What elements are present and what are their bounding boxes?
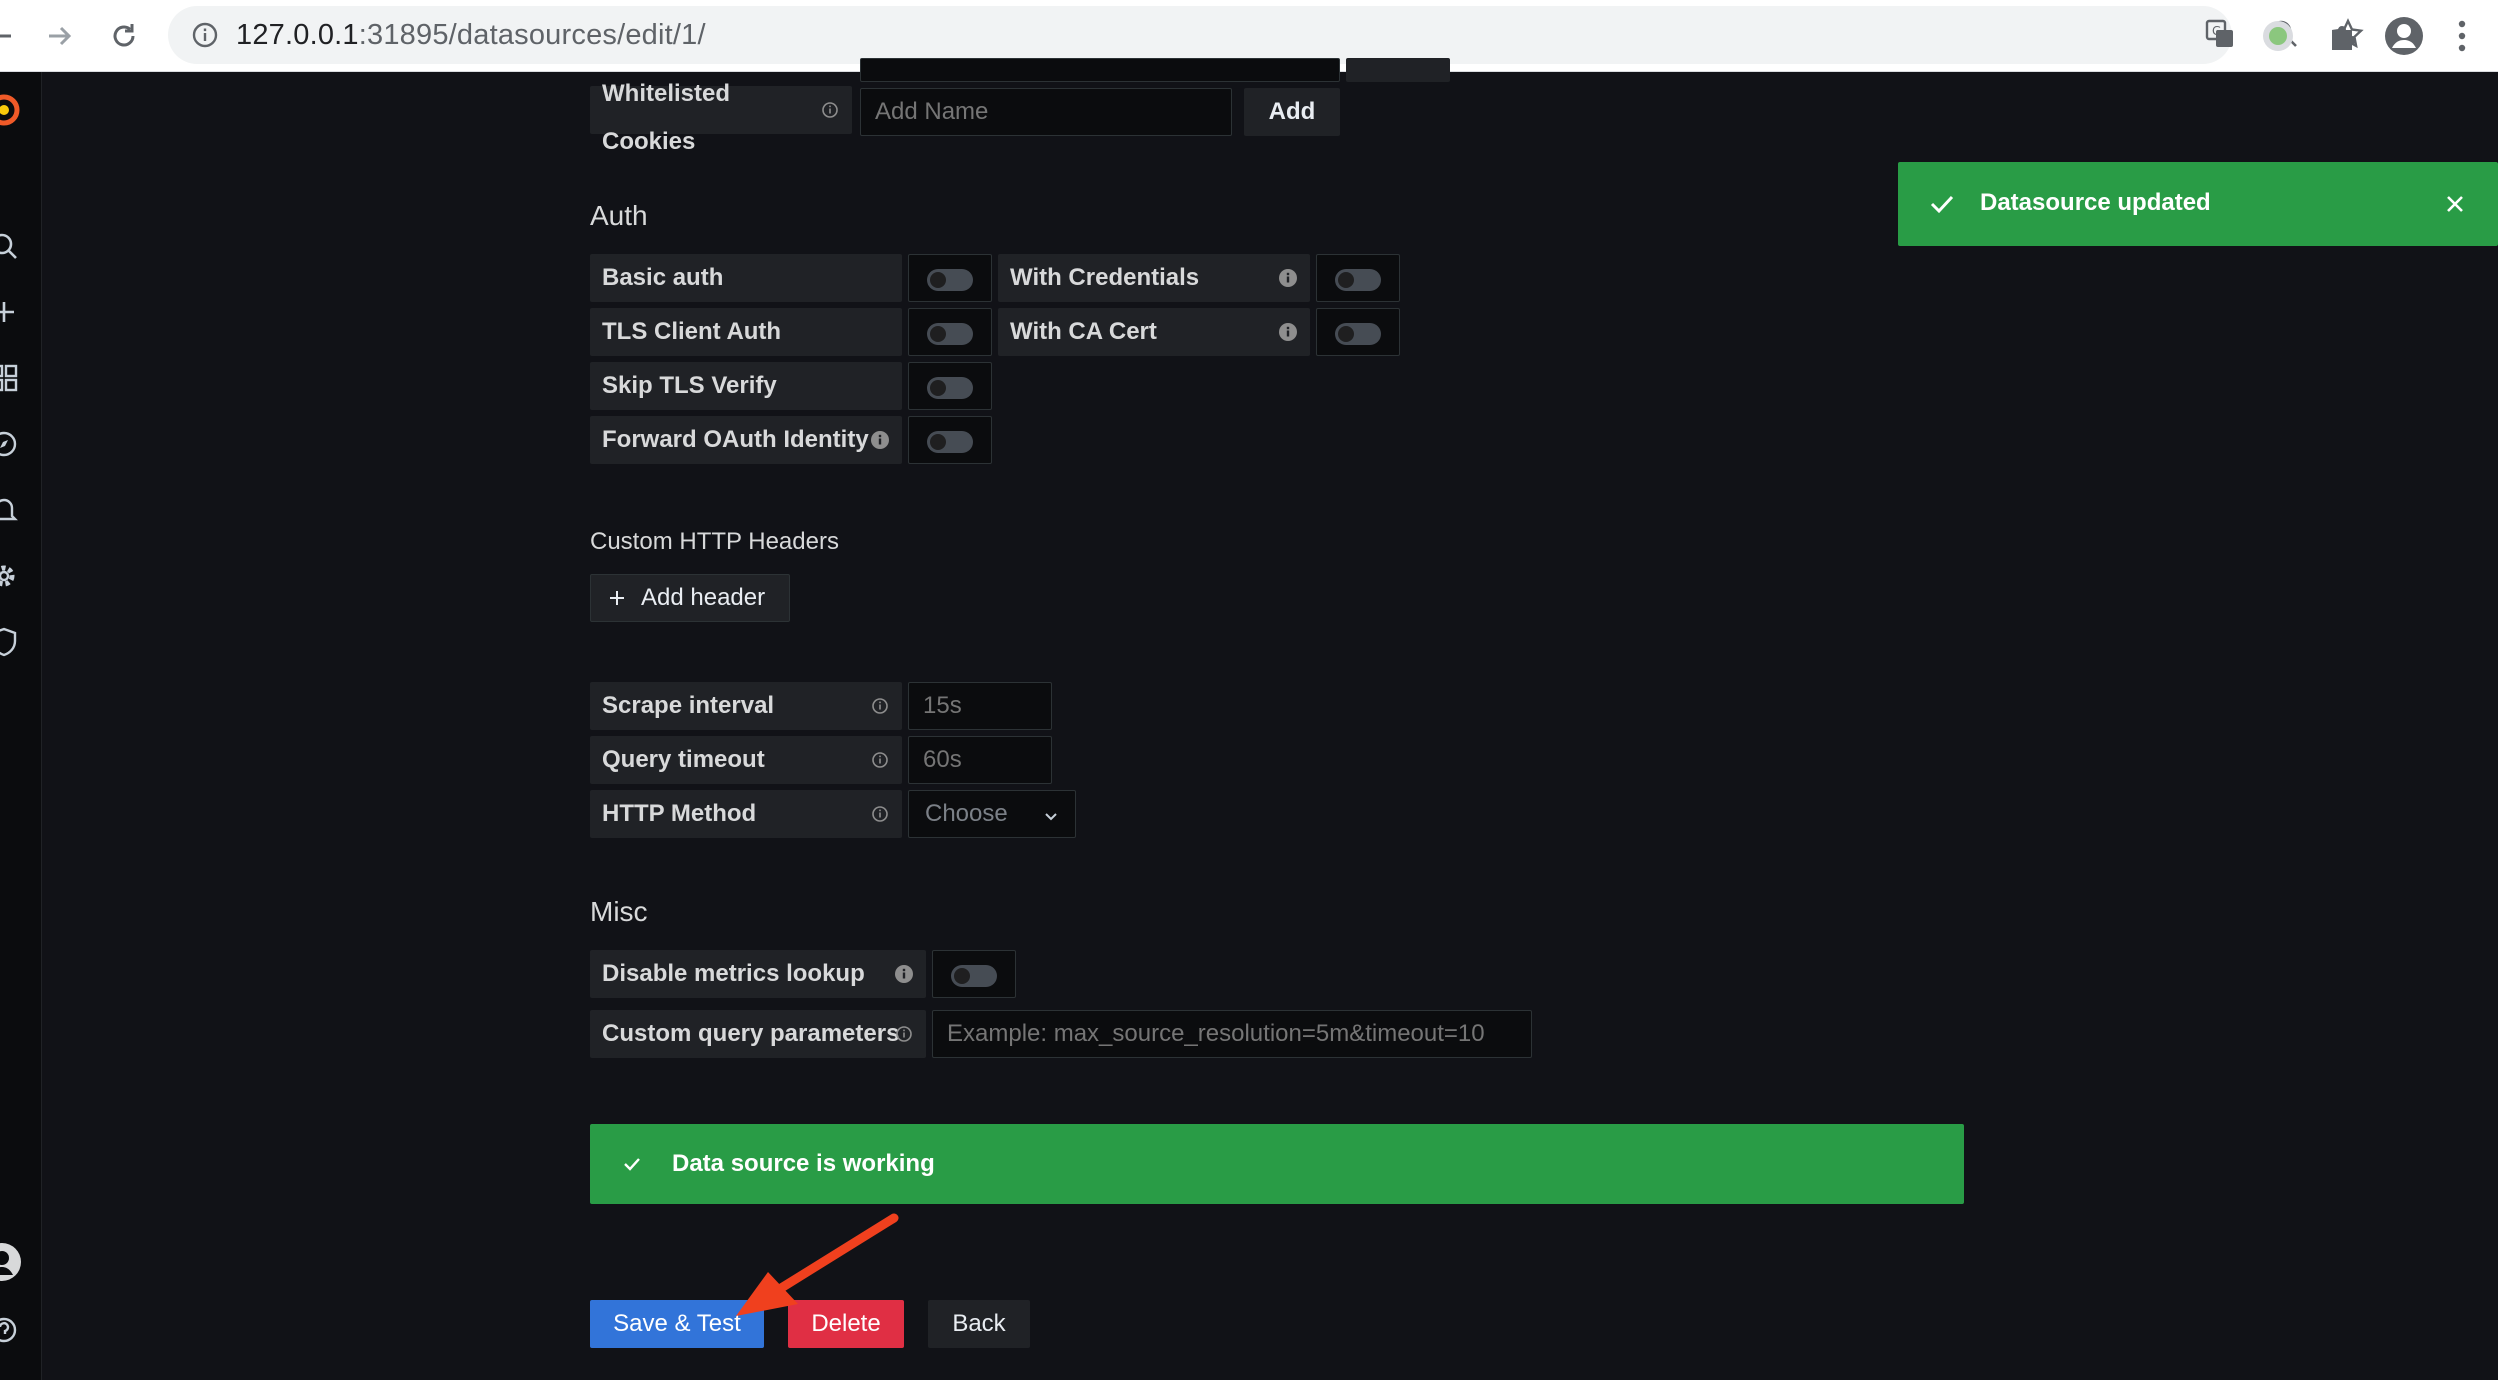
browser-menu-icon[interactable] bbox=[2442, 16, 2482, 56]
check-icon bbox=[624, 1158, 640, 1171]
http-method-select[interactable]: Choose bbox=[908, 790, 1076, 838]
skip-tls-verify-toggle[interactable] bbox=[908, 362, 992, 410]
http-method-label: HTTP Method bbox=[590, 790, 902, 838]
site-info-icon[interactable] bbox=[192, 22, 218, 48]
query-timeout-label: Query timeout bbox=[590, 736, 902, 784]
basic-auth-toggle[interactable] bbox=[908, 254, 992, 302]
url-host: 127.0.0.1 bbox=[236, 19, 359, 51]
skip-tls-verify-label: Skip TLS Verify bbox=[590, 362, 902, 410]
cookie-name-input[interactable] bbox=[860, 88, 1232, 136]
skip-tls-verify-text: Skip TLS Verify bbox=[602, 372, 777, 399]
disable-metrics-lookup-toggle[interactable] bbox=[932, 950, 1016, 998]
datasource-working-text: Data source is working bbox=[672, 1150, 935, 1177]
annotation-arrow-icon bbox=[736, 1213, 899, 1316]
forward-nav-icon[interactable] bbox=[38, 14, 82, 58]
info-icon[interactable] bbox=[1278, 268, 1298, 288]
with-credentials-label: With Credentials bbox=[998, 254, 1310, 302]
info-circle-icon[interactable] bbox=[820, 100, 840, 120]
custom-query-params-text: Custom query parameters bbox=[602, 1020, 900, 1047]
add-header-button[interactable]: Add header bbox=[590, 574, 790, 622]
info-icon[interactable] bbox=[1278, 322, 1298, 342]
check-icon bbox=[1930, 195, 1954, 214]
datasource-working-alert: Data source is working bbox=[590, 1124, 1964, 1204]
info-icon[interactable] bbox=[870, 430, 890, 450]
custom-headers-title: Custom HTTP Headers bbox=[590, 528, 839, 555]
scrape-interval-input[interactable] bbox=[908, 682, 1052, 730]
with-ca-cert-label: With CA Cert bbox=[998, 308, 1310, 356]
info-circle-icon[interactable] bbox=[870, 804, 890, 824]
disable-metrics-lookup-text: Disable metrics lookup bbox=[602, 960, 865, 987]
with-ca-cert-text: With CA Cert bbox=[1010, 318, 1157, 345]
tls-client-auth-toggle[interactable] bbox=[908, 308, 992, 356]
svg-text:G: G bbox=[2212, 24, 2221, 38]
tls-client-auth-label: TLS Client Auth bbox=[590, 308, 902, 356]
datasource-updated-toast: Datasource updated bbox=[1898, 162, 2498, 246]
add-header-label: Add header bbox=[641, 584, 766, 611]
disable-metrics-lookup-label: Disable metrics lookup bbox=[590, 950, 926, 998]
forward-oauth-toggle[interactable] bbox=[908, 416, 992, 464]
url-text[interactable]: 127.0.0.1:31895/datasources/edit/1/ bbox=[236, 19, 706, 52]
url-path: :31895/datasources/edit/1/ bbox=[358, 19, 706, 51]
previous-row-input[interactable] bbox=[860, 58, 1340, 82]
add-cookie-button[interactable]: Add bbox=[1244, 88, 1340, 136]
cookies-label-line2: Cookies bbox=[602, 128, 696, 155]
toast-message: Datasource updated bbox=[1980, 189, 2211, 216]
with-credentials-text: With Credentials bbox=[1010, 264, 1200, 291]
back-button[interactable]: Back bbox=[928, 1300, 1030, 1348]
query-timeout-input[interactable] bbox=[908, 736, 1052, 784]
info-icon[interactable] bbox=[894, 964, 914, 984]
scrape-interval-text: Scrape interval bbox=[602, 692, 775, 719]
info-circle-icon[interactable] bbox=[870, 696, 890, 716]
basic-auth-text: Basic auth bbox=[602, 264, 724, 291]
forward-oauth-text: Forward OAuth Identity bbox=[602, 426, 869, 453]
info-circle-icon[interactable] bbox=[894, 1024, 914, 1044]
whitelisted-cookies-label: Whitelisted Cookies bbox=[590, 80, 852, 155]
http-method-value: Choose bbox=[925, 800, 1008, 827]
with-credentials-toggle[interactable] bbox=[1316, 254, 1400, 302]
extensions-puzzle-icon[interactable] bbox=[2322, 16, 2362, 56]
close-icon[interactable] bbox=[2444, 193, 2466, 215]
forward-oauth-label: Forward OAuth Identity bbox=[590, 416, 902, 464]
query-timeout-text: Query timeout bbox=[602, 746, 765, 773]
previous-row-button[interactable] bbox=[1346, 58, 1450, 82]
info-circle-icon[interactable] bbox=[870, 750, 890, 770]
datasource-settings-panel: Whitelisted Cookies Add Auth Basic auth … bbox=[0, 58, 2498, 1380]
translate-icon[interactable]: G bbox=[2200, 14, 2240, 54]
tls-client-auth-text: TLS Client Auth bbox=[602, 318, 782, 345]
custom-query-params-input[interactable] bbox=[932, 1010, 1532, 1058]
http-method-text: HTTP Method bbox=[602, 800, 757, 827]
misc-section-title: Misc bbox=[590, 896, 648, 927]
scrape-interval-label: Scrape interval bbox=[590, 682, 902, 730]
cookies-label-line1: Whitelisted bbox=[602, 80, 731, 107]
plus-icon bbox=[610, 591, 624, 605]
chevron-down-icon bbox=[1045, 813, 1057, 821]
back-nav-icon[interactable] bbox=[0, 14, 22, 58]
auth-section-title: Auth bbox=[590, 200, 648, 231]
custom-query-params-label: Custom query parameters bbox=[590, 1010, 926, 1058]
extension-status-icon[interactable] bbox=[2258, 16, 2298, 56]
basic-auth-label: Basic auth bbox=[590, 254, 902, 302]
with-ca-cert-toggle[interactable] bbox=[1316, 308, 1400, 356]
reload-icon[interactable] bbox=[102, 14, 146, 58]
address-bar[interactable]: 127.0.0.1:31895/datasources/edit/1/ G bbox=[168, 6, 2364, 64]
profile-avatar-icon[interactable] bbox=[2384, 16, 2424, 56]
